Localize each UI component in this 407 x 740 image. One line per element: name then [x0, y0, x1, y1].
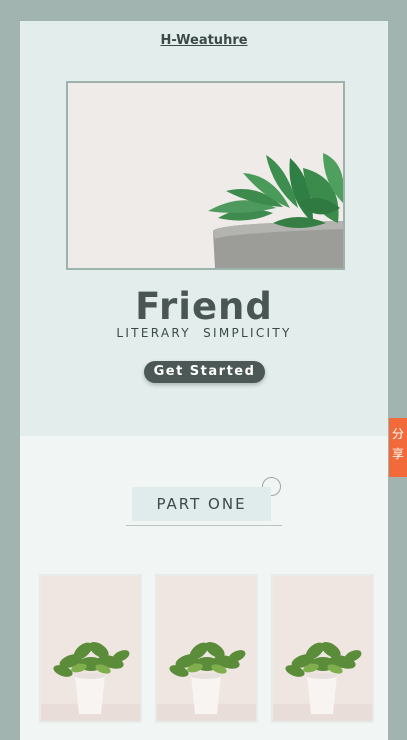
share-side-tab[interactable]: 分享	[389, 418, 407, 477]
section-divider	[126, 525, 282, 526]
hero-section: H-Weatuhre Friend LITERARY SIMPLICITY Ge…	[20, 21, 388, 436]
section-title: PART ONE	[132, 487, 271, 521]
get-started-button[interactable]: Get Started	[144, 361, 265, 383]
page-container: H-Weatuhre Friend LITERARY SIMPLICITY Ge…	[20, 21, 388, 740]
potted-plant-icon	[273, 576, 372, 721]
hero-subtitle: LITERARY SIMPLICITY	[116, 326, 292, 340]
product-card[interactable]	[271, 574, 374, 723]
potted-plant-icon	[41, 576, 140, 721]
product-card[interactable]	[155, 574, 258, 723]
product-card[interactable]	[39, 574, 142, 723]
succulent-plant-icon	[68, 83, 343, 268]
hero-image	[66, 81, 345, 270]
brand-link[interactable]: H-Weatuhre	[20, 33, 388, 48]
hero-title: Friend	[135, 285, 273, 328]
potted-plant-icon	[157, 576, 256, 721]
